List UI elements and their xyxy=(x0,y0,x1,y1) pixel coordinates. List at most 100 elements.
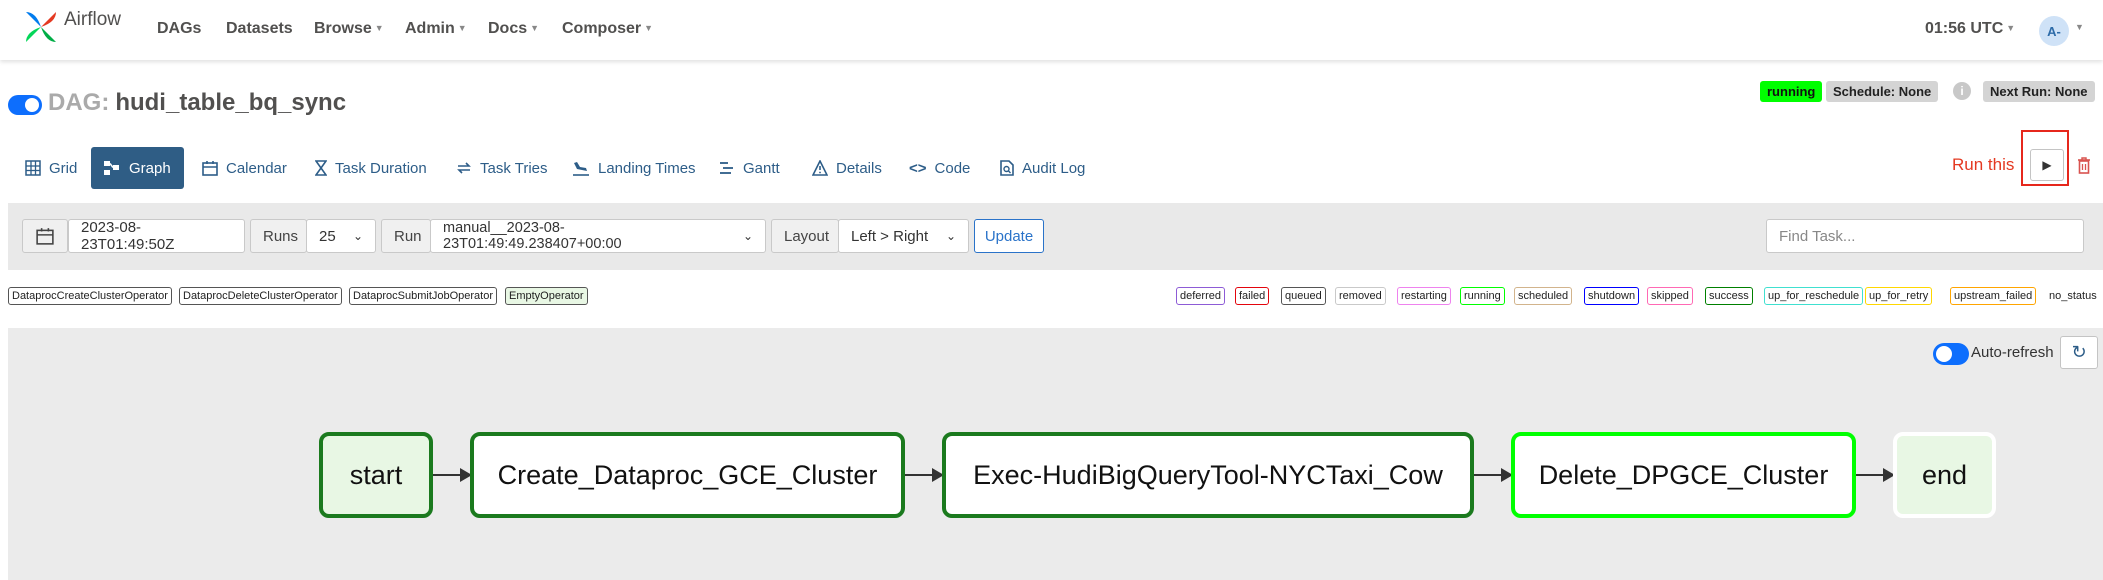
tab-task-duration-label: Task Duration xyxy=(335,159,427,177)
calendar-icon xyxy=(202,161,218,176)
refresh-button[interactable]: ↻ xyxy=(2060,336,2098,369)
run-this-annotation: Run this xyxy=(1952,155,2015,174)
tab-gantt[interactable]: Gantt xyxy=(707,147,792,189)
state-legend-upstream-failed[interactable]: upstream_failed xyxy=(1950,287,2037,305)
state-legend-failed[interactable]: failed xyxy=(1235,287,1270,305)
nav-composer[interactable]: Composer ▼ xyxy=(562,20,653,38)
layout-value: Left > Right xyxy=(851,227,929,245)
update-button[interactable]: Update xyxy=(974,219,1044,253)
airflow-logo[interactable]: Airflow xyxy=(22,8,121,46)
tab-details[interactable]: Details xyxy=(800,147,894,189)
tab-task-tries[interactable]: Task Tries xyxy=(444,147,560,189)
utc-clock[interactable]: 01:56 UTC ▼ xyxy=(1925,20,2015,38)
trash-icon xyxy=(2078,156,2090,174)
layout-label: Layout xyxy=(771,219,839,253)
trigger-dag-button[interactable]: ▶ xyxy=(2030,149,2064,181)
dag-title: DAG: hudi_table_bq_sync xyxy=(48,89,346,117)
state-legend-up-for-reschedule[interactable]: up_for_reschedule xyxy=(1764,287,1864,305)
hourglass-icon xyxy=(315,160,327,176)
tab-audit-log[interactable]: Audit Log xyxy=(988,147,1097,189)
dag-name[interactable]: hudi_table_bq_sync xyxy=(115,89,346,116)
nav-docs-label: Docs xyxy=(488,20,528,37)
state-legend-removed[interactable]: removed xyxy=(1335,287,1386,305)
gantt-icon xyxy=(720,162,733,174)
nav-admin-label: Admin xyxy=(405,20,455,37)
state-legend-shutdown[interactable]: shutdown xyxy=(1584,287,1640,305)
edge-arrow xyxy=(1856,468,1895,482)
runs-value: 25 xyxy=(319,227,336,245)
info-icon[interactable]: i xyxy=(1953,82,1971,100)
top-navbar: Airflow DAGs Datasets Browse ▼ Admin ▼ Doc… xyxy=(0,0,2103,60)
refresh-icon: ↻ xyxy=(2071,342,2087,362)
nav-admin[interactable]: Admin ▼ xyxy=(405,20,467,38)
state-legend-no-status[interactable]: no_status xyxy=(2045,287,2101,305)
nav-composer-label: Composer xyxy=(562,20,642,37)
chevron-down-icon: ⌄ xyxy=(352,229,363,243)
operator-legend-item[interactable]: DataprocSubmitJobOperator xyxy=(349,287,498,305)
chevron-down-icon[interactable]: ▼ xyxy=(2075,22,2084,32)
nav-browse-label: Browse xyxy=(314,20,372,37)
tab-details-label: Details xyxy=(836,159,882,177)
run-select[interactable]: manual__2023-08-23T01:49:49.238407+00:00… xyxy=(430,219,766,253)
landing-icon xyxy=(573,162,589,176)
base-date-input[interactable]: 2023-08-23T01:49:50Z xyxy=(68,219,245,253)
operator-legend-item[interactable]: DataprocCreateClusterOperator xyxy=(8,287,172,305)
task-node-exec-hudi[interactable]: Exec-HudiBigQueryTool-NYCTaxi_Cow xyxy=(942,432,1474,518)
chevron-down-icon: ▼ xyxy=(374,23,384,33)
nav-docs[interactable]: Docs ▼ xyxy=(488,20,539,38)
state-legend-skipped[interactable]: skipped xyxy=(1647,287,1693,305)
state-legend-up-for-retry[interactable]: up_for_retry xyxy=(1865,287,1933,305)
tab-task-duration[interactable]: Task Duration xyxy=(303,147,439,189)
find-task-input[interactable]: Find Task... xyxy=(1766,219,2084,253)
status-badge: running xyxy=(1760,81,1823,102)
auto-refresh-toggle[interactable] xyxy=(1933,343,1969,365)
dag-pause-toggle[interactable] xyxy=(8,95,42,115)
state-legend-queued[interactable]: queued xyxy=(1281,287,1326,305)
tab-grid[interactable]: Grid xyxy=(13,147,89,189)
chevron-down-icon: ▼ xyxy=(2006,23,2016,33)
tab-calendar-label: Calendar xyxy=(226,159,287,177)
calendar-icon xyxy=(36,228,54,245)
tab-calendar[interactable]: Calendar xyxy=(190,147,299,189)
base-date-value: 2023-08-23T01:49:50Z xyxy=(81,219,175,253)
clock-label: 01:56 UTC xyxy=(1925,20,2004,37)
runs-label: Runs xyxy=(250,219,307,253)
chevron-down-icon: ▼ xyxy=(530,23,540,33)
state-legend-deferred[interactable]: deferred xyxy=(1176,287,1225,305)
code-icon: <> xyxy=(909,159,927,177)
chevron-down-icon: ⌄ xyxy=(945,229,956,243)
operator-legend-item[interactable]: EmptyOperator xyxy=(505,287,588,305)
user-avatar[interactable]: A- xyxy=(2039,16,2069,46)
grid-icon xyxy=(25,160,41,176)
task-node-start[interactable]: start xyxy=(319,432,433,518)
task-node-create-cluster[interactable]: Create_Dataproc_GCE_Cluster xyxy=(470,432,905,518)
operator-legend-item[interactable]: DataprocDeleteClusterOperator xyxy=(179,287,342,305)
pinwheel-icon xyxy=(26,12,56,42)
runs-select[interactable]: 25 ⌄ xyxy=(306,219,376,253)
dag-title-prefix: DAG: xyxy=(48,89,110,116)
date-picker-button[interactable] xyxy=(22,219,68,253)
nav-dags[interactable]: DAGs xyxy=(157,20,201,38)
state-legend-running[interactable]: running xyxy=(1460,287,1505,305)
tab-graph[interactable]: Graph xyxy=(91,147,184,189)
nav-datasets[interactable]: Datasets xyxy=(226,20,293,38)
tab-graph-label: Graph xyxy=(129,159,171,177)
task-node-delete-cluster[interactable]: Delete_DPGCE_Cluster xyxy=(1511,432,1856,518)
tab-code[interactable]: <> Code xyxy=(897,147,982,189)
chevron-down-icon: ⌄ xyxy=(742,229,753,243)
tab-landing-times[interactable]: Landing Times xyxy=(560,147,708,189)
run-value: manual__2023-08-23T01:49:49.238407+00:00 xyxy=(443,220,622,252)
state-legend-scheduled[interactable]: scheduled xyxy=(1514,287,1573,305)
layout-select[interactable]: Left > Right ⌄ xyxy=(838,219,969,253)
state-legend-success[interactable]: success xyxy=(1705,287,1753,305)
task-node-end[interactable]: end xyxy=(1893,432,1996,518)
app-name: Airflow xyxy=(64,9,122,30)
next-run-badge: Next Run: None xyxy=(1983,81,2095,102)
nav-browse[interactable]: Browse ▼ xyxy=(314,20,384,38)
chevron-down-icon: ▼ xyxy=(644,23,654,33)
state-legend-restarting[interactable]: restarting xyxy=(1397,287,1451,305)
auto-refresh-label: Auto-refresh xyxy=(1971,344,2054,361)
audit-icon xyxy=(1000,160,1014,176)
delete-dag-button[interactable] xyxy=(2072,149,2096,181)
chevron-down-icon: ▼ xyxy=(457,23,467,33)
